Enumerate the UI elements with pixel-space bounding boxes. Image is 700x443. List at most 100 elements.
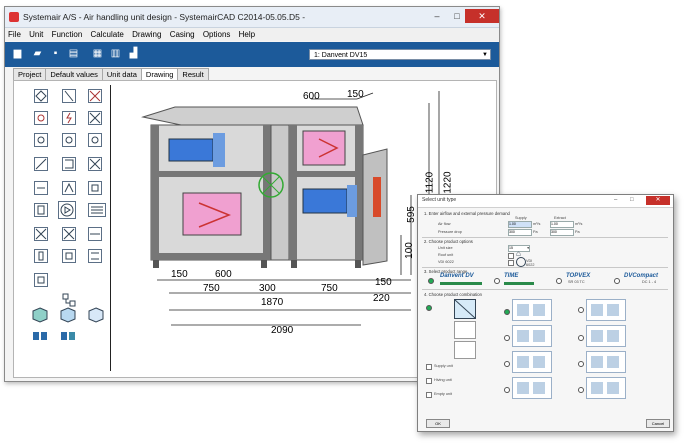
save-icon[interactable]: ▪ <box>49 48 62 60</box>
palette-rotor-icon[interactable] <box>88 157 102 171</box>
combo-thumb[interactable] <box>512 351 552 373</box>
new-icon[interactable]: ▆ <box>11 48 24 60</box>
cancel-button[interactable]: Cancel <box>646 419 670 428</box>
product-radio-topvex[interactable] <box>556 278 562 284</box>
palette-link-b-icon[interactable] <box>60 329 76 343</box>
tab-project[interactable]: Project <box>13 68 47 80</box>
tab-default-values[interactable]: Default values <box>45 68 103 80</box>
maximize-button[interactable]: □ <box>447 9 467 23</box>
palette-rotary-hx-icon[interactable] <box>34 227 48 241</box>
combo-thumb[interactable] <box>512 299 552 321</box>
palette-fan-icon[interactable] <box>88 89 102 103</box>
dim-top-offset: 150 <box>347 89 364 100</box>
palette-bag-filter-icon[interactable] <box>62 157 76 171</box>
combo-option-radio[interactable] <box>578 307 584 313</box>
palette-fan-section-icon[interactable] <box>58 201 76 219</box>
menu-options[interactable]: Options <box>200 28 234 41</box>
combo-thumb[interactable] <box>512 325 552 347</box>
palette-drain-icon[interactable] <box>88 249 102 263</box>
menu-help[interactable]: Help <box>236 28 258 41</box>
print-icon[interactable]: ▤ <box>67 48 80 60</box>
palette-cube-icon[interactable] <box>32 307 48 323</box>
palette-door-icon[interactable] <box>34 203 48 217</box>
minimize-button[interactable]: – <box>427 9 447 23</box>
palette-coil-icon[interactable] <box>34 133 48 147</box>
menu-drawing[interactable]: Drawing <box>129 28 164 41</box>
palette-link-icon[interactable] <box>32 329 48 343</box>
menu-function[interactable]: Function <box>49 28 86 41</box>
product-radio-dvcompact[interactable] <box>614 278 620 284</box>
menu-unit[interactable]: Unit <box>26 28 46 41</box>
hiving-unit-checkbox[interactable] <box>426 378 432 384</box>
product-radio-time[interactable] <box>494 278 500 284</box>
palette-runaround-icon[interactable] <box>88 227 102 241</box>
tab-result[interactable]: Result <box>177 68 209 80</box>
supply-unit-checkbox[interactable] <box>426 364 432 370</box>
palette-heater-icon[interactable] <box>34 111 48 125</box>
palette-coil-c-icon[interactable] <box>88 133 102 147</box>
dialog-maximize-button[interactable]: □ <box>630 197 634 203</box>
combo-option-radio[interactable] <box>578 335 584 341</box>
combo-type-b[interactable] <box>454 321 476 339</box>
project-select[interactable]: 1: Danvent DV15 ▼ <box>309 49 491 60</box>
open-icon[interactable]: ▰ <box>31 48 44 60</box>
combo-type-selected[interactable] <box>454 299 476 319</box>
combo-thumb[interactable] <box>586 325 626 347</box>
palette-outlet-icon[interactable] <box>34 273 48 287</box>
tab-unit-data[interactable]: Unit data <box>101 68 142 80</box>
combo-thumb[interactable] <box>586 351 626 373</box>
palette-filter-icon[interactable] <box>62 89 76 103</box>
supply-pressure-input[interactable]: 300 <box>508 229 532 236</box>
combo-option-radio[interactable] <box>504 335 510 341</box>
dialog-close-button[interactable]: ✕ <box>646 196 670 205</box>
palette-connector-icon[interactable] <box>62 293 76 307</box>
palette-silencer-icon[interactable] <box>34 157 48 171</box>
product-dvcompact[interactable]: DVCompact <box>624 273 658 279</box>
empty-unit-checkbox[interactable] <box>426 392 432 398</box>
dialog-minimize-button[interactable]: – <box>614 197 617 203</box>
palette-crossflow-icon[interactable] <box>62 227 76 241</box>
combo-option-radio[interactable] <box>504 387 510 393</box>
palette-electric-heater-icon[interactable] <box>62 111 76 125</box>
product-danvent[interactable]: Danvent DV <box>440 273 474 279</box>
product-topvex[interactable]: TOPVEX <box>566 273 590 279</box>
product-time[interactable]: TIME <box>504 273 518 279</box>
palette-empty-section-icon[interactable] <box>88 181 102 195</box>
danvent-bar <box>440 282 482 285</box>
palette-inspection-icon[interactable] <box>34 249 48 263</box>
dim-b1-150: 150 <box>171 269 188 280</box>
menu-casing[interactable]: Casing <box>167 28 198 41</box>
combo-option-radio[interactable] <box>578 361 584 367</box>
palette-humidifier-icon[interactable] <box>34 181 48 195</box>
palette-coil-b-icon[interactable] <box>62 133 76 147</box>
vdi-checkbox[interactable] <box>508 260 514 266</box>
combo-thumb[interactable] <box>512 377 552 399</box>
combo-option-radio[interactable] <box>504 309 510 315</box>
close-button[interactable]: ✕ <box>465 9 499 23</box>
palette-damper-icon[interactable] <box>34 89 48 103</box>
palette-cube-b-icon[interactable] <box>60 307 76 323</box>
dialog-title-bar: Select unit type – □ ✕ <box>418 195 673 208</box>
combo-option-radio[interactable] <box>578 387 584 393</box>
calculator-icon[interactable]: ▥ <box>109 48 122 60</box>
palette-sensor-icon[interactable] <box>62 249 76 263</box>
menu-file[interactable]: File <box>5 28 24 41</box>
palette-cube-c-icon[interactable] <box>88 307 104 323</box>
roof-unit-checkbox[interactable] <box>508 253 514 259</box>
chart-icon[interactable]: ▟ <box>127 48 140 60</box>
combo-thumb[interactable] <box>586 377 626 399</box>
combo-option-radio[interactable] <box>504 361 510 367</box>
menu-calculate[interactable]: Calculate <box>88 28 127 41</box>
combo-type-c[interactable] <box>454 341 476 359</box>
combo-radio-1[interactable] <box>426 305 432 311</box>
calculator-grid-icon[interactable]: ▦ <box>91 48 104 60</box>
product-radio-danvent[interactable] <box>428 278 434 284</box>
palette-cooler-icon[interactable] <box>88 111 102 125</box>
ok-button[interactable]: OK <box>426 419 450 428</box>
supply-airflow-input[interactable]: 1.00 <box>508 221 532 228</box>
palette-mixing-icon[interactable] <box>62 181 76 195</box>
combo-thumb[interactable] <box>586 299 626 321</box>
extract-pressure-input[interactable]: 300 <box>550 229 574 236</box>
palette-plate-hx-icon[interactable] <box>88 203 106 217</box>
extract-airflow-input[interactable]: 1.00 <box>550 221 574 228</box>
